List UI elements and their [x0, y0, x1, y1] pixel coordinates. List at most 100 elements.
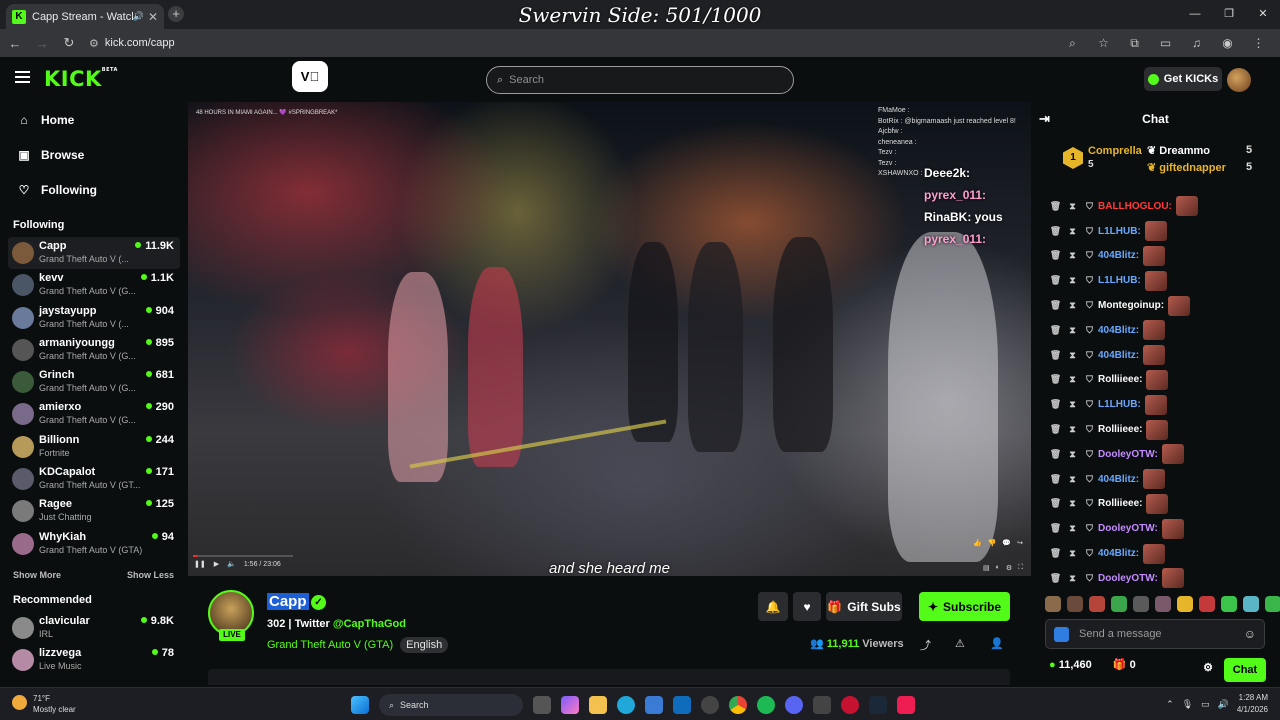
chat-message[interactable]: 🗑 ⧗ ⛉ 404Blitz:: [1047, 244, 1277, 269]
sidebar-channel[interactable]: kevv Grand Theft Auto V (G... 1.1K: [8, 269, 180, 301]
chat-username[interactable]: L1LHUB:: [1098, 226, 1141, 237]
chat-username[interactable]: 404Blitz:: [1098, 250, 1139, 261]
emote-icon[interactable]: [1243, 596, 1259, 612]
cast-icon[interactable]: ▭: [1150, 36, 1181, 50]
chat-username[interactable]: 404Blitz:: [1098, 350, 1139, 361]
ban-icon[interactable]: ⛉: [1081, 350, 1098, 361]
timeout-icon[interactable]: ⧗: [1064, 325, 1081, 336]
timeout-icon[interactable]: ⧗: [1064, 449, 1081, 460]
chrome-icon[interactable]: [729, 696, 747, 714]
ban-icon[interactable]: ⛉: [1081, 548, 1098, 559]
chat-message[interactable]: 🗑 ⧗ ⛉ L1LHUB:: [1047, 392, 1277, 417]
chat-username[interactable]: 404Blitz:: [1098, 548, 1139, 559]
notification-bell-button[interactable]: 🔔: [758, 592, 788, 621]
delete-icon[interactable]: 🗑: [1047, 523, 1064, 534]
emote-icon[interactable]: [1089, 596, 1105, 612]
taskbar-search[interactable]: ⌕ Search: [379, 694, 523, 716]
follow-heart-button[interactable]: ♥: [793, 592, 821, 621]
delete-icon[interactable]: 🗑: [1047, 498, 1064, 509]
emote-icon[interactable]: [1221, 596, 1237, 612]
chat-username[interactable]: 404Blitz:: [1098, 325, 1139, 336]
ban-icon[interactable]: ⛉: [1081, 300, 1098, 311]
chat-username[interactable]: BALLHOGLOU:: [1098, 201, 1172, 212]
language-tag[interactable]: English: [400, 637, 449, 653]
discord-icon[interactable]: [785, 696, 803, 714]
delete-icon[interactable]: 🗑: [1047, 350, 1064, 361]
chat-message[interactable]: 🗑 ⧗ ⛉ DooleyOTW:: [1047, 566, 1277, 591]
collapse-chat-icon[interactable]: ⇥: [1039, 111, 1050, 127]
volume-icon[interactable]: 🔊: [1218, 699, 1229, 710]
forward-icon[interactable]: →: [30, 36, 54, 51]
ban-icon[interactable]: ⛉: [1081, 573, 1098, 584]
chat-message[interactable]: 🗑 ⧗ ⛉ L1LHUB:: [1047, 219, 1277, 244]
delete-icon[interactable]: 🗑: [1047, 201, 1064, 212]
chat-username[interactable]: L1LHUB:: [1098, 275, 1141, 286]
chat-username[interactable]: L1LHUB:: [1098, 399, 1141, 410]
start-icon[interactable]: [351, 696, 369, 714]
chat-username[interactable]: DooleyOTW:: [1098, 449, 1158, 460]
menu-icon[interactable]: ⋮: [1243, 36, 1274, 50]
reload-icon[interactable]: ↻: [57, 35, 81, 51]
url-field[interactable]: ⚙ kick.com/capp: [89, 37, 175, 50]
category-link[interactable]: Grand Theft Auto V (GTA): [267, 639, 393, 651]
delete-icon[interactable]: 🗑: [1047, 399, 1064, 410]
delete-icon[interactable]: 🗑: [1047, 548, 1064, 559]
chat-username[interactable]: Montegoinup:: [1098, 300, 1164, 311]
ban-icon[interactable]: ⛉: [1081, 498, 1098, 509]
site-info-icon[interactable]: ⚙: [89, 37, 99, 50]
chat-username[interactable]: DooleyOTW:: [1098, 573, 1158, 584]
ban-icon[interactable]: ⛉: [1081, 201, 1098, 212]
sidebar-channel[interactable]: clavicular IRL 9.8K: [8, 612, 180, 644]
delete-icon[interactable]: 🗑: [1047, 250, 1064, 261]
dislike-icon[interactable]: 👎: [988, 539, 997, 547]
weather-widget[interactable]: 71°F Mostly clear: [12, 693, 76, 715]
emote-icon[interactable]: [1111, 596, 1127, 612]
timeout-icon[interactable]: ⧗: [1064, 424, 1081, 435]
emote-icon[interactable]: [1067, 596, 1083, 612]
ban-icon[interactable]: ⛉: [1081, 399, 1098, 410]
delete-icon[interactable]: 🗑: [1047, 474, 1064, 485]
subscribe-button[interactable]: ✦ Subscribe: [919, 592, 1010, 621]
chat-message[interactable]: 🗑 ⧗ ⛉ BALLHOGLOU:: [1047, 194, 1277, 219]
chat-message[interactable]: 🗑 ⧗ ⛉ 404Blitz:: [1047, 467, 1277, 492]
chat-username[interactable]: Rolliieee:: [1098, 498, 1142, 509]
show-more-button[interactable]: Show More: [13, 570, 61, 580]
chat-message[interactable]: 🗑 ⧗ ⛉ 404Blitz:: [1047, 541, 1277, 566]
streamer-name[interactable]: Capp: [267, 593, 309, 610]
delete-icon[interactable]: 🗑: [1047, 325, 1064, 336]
extension-logo-icon[interactable]: V⃣: [292, 61, 328, 92]
opera-icon[interactable]: [841, 696, 859, 714]
sidebar-channel[interactable]: armaniyoungg Grand Theft Auto V (G... 895: [8, 334, 180, 366]
sidebar-channel[interactable]: lizzvega Live Music 78: [8, 644, 180, 676]
send-message-input[interactable]: Send a message ☺: [1045, 619, 1265, 649]
delete-icon[interactable]: 🗑: [1047, 275, 1064, 286]
chat-settings-icon[interactable]: ⚙: [1203, 661, 1213, 674]
emote-icon[interactable]: [1265, 596, 1280, 612]
report-icon[interactable]: ⚠: [955, 637, 965, 650]
sidebar-channel[interactable]: Capp Grand Theft Auto V (... 11.9K: [8, 237, 180, 270]
delete-icon[interactable]: 🗑: [1047, 573, 1064, 584]
ban-icon[interactable]: ⛉: [1081, 474, 1098, 485]
kicks-balance[interactable]: ● 11,460: [1049, 659, 1092, 671]
video-player[interactable]: 48 HOURS IN MIAMI AGAIN... 💜 #SPRINGBREA…: [188, 102, 1031, 576]
chat-username[interactable]: Rolliieee:: [1098, 424, 1142, 435]
add-friend-icon[interactable]: 👤: [990, 637, 1004, 650]
emote-icon[interactable]: [1177, 596, 1193, 612]
timeout-icon[interactable]: ⧗: [1064, 300, 1081, 311]
ban-icon[interactable]: ⛉: [1081, 226, 1098, 237]
delete-icon[interactable]: 🗑: [1047, 424, 1064, 435]
outlook-icon[interactable]: [673, 696, 691, 714]
nav-home[interactable]: ⌂ Home: [0, 102, 188, 137]
timeout-icon[interactable]: ⧗: [1064, 374, 1081, 385]
share-video-icon[interactable]: ↪: [1017, 539, 1023, 547]
chat-message[interactable]: 🗑 ⧗ ⛉ Montegoinup:: [1047, 293, 1277, 318]
store-icon[interactable]: [645, 696, 663, 714]
delete-icon[interactable]: 🗑: [1047, 300, 1064, 311]
clock[interactable]: 1:28 AM 4/1/2026: [1237, 692, 1268, 716]
search-input[interactable]: ⌕ Search: [486, 66, 794, 94]
media-icon[interactable]: ♫: [1181, 36, 1212, 50]
tray-overflow-icon[interactable]: ⌃: [1166, 699, 1174, 710]
twitter-handle-link[interactable]: @CapThaGod: [333, 618, 406, 630]
extensions-icon[interactable]: ⧉: [1119, 36, 1150, 51]
timeout-icon[interactable]: ⧗: [1064, 275, 1081, 286]
